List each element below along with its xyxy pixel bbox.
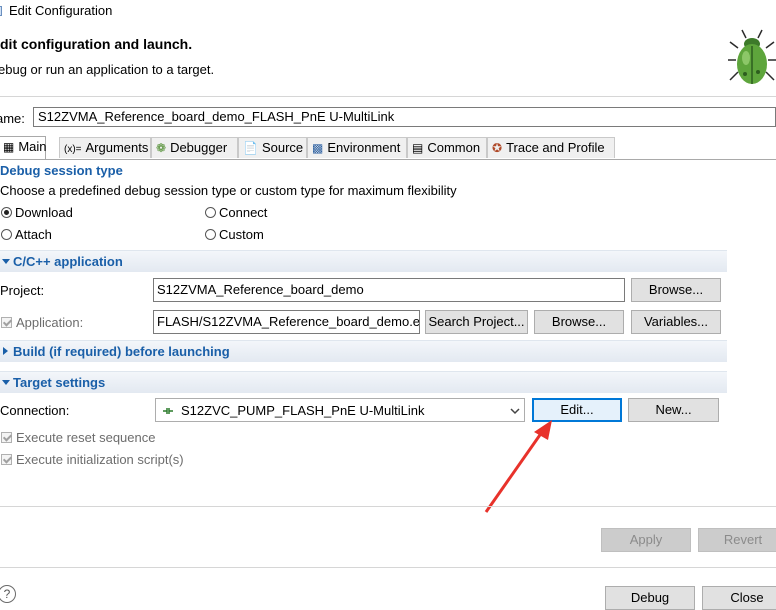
application-label-row: Application:	[1, 315, 83, 330]
debug-button[interactable]: Debug	[605, 586, 695, 610]
application-browse-button[interactable]: Browse...	[534, 310, 624, 334]
radio-download-button[interactable]	[1, 207, 12, 218]
execute-reset-label: Execute reset sequence	[16, 430, 156, 445]
header-subtitle: ebug or run an application to a target.	[0, 62, 215, 77]
project-browse-button[interactable]: Browse...	[631, 278, 721, 302]
tab-common-label: Common	[427, 140, 481, 155]
radio-attach-button[interactable]	[1, 229, 12, 240]
tab-arguments[interactable]: (x)= Arguments	[59, 137, 151, 158]
bug-logo-icon	[728, 29, 776, 84]
window-title: Edit Configuration	[9, 3, 113, 18]
search-project-button[interactable]: Search Project...	[425, 310, 528, 334]
main-tab-icon: ▦	[3, 140, 15, 154]
bug-icon: ❁	[156, 141, 167, 155]
application-label: Application:	[16, 315, 84, 330]
source-icon: 📄	[243, 141, 258, 155]
radio-custom-button[interactable]	[205, 229, 216, 240]
cpp-application-title: C/C++ application	[13, 254, 123, 269]
build-section-header[interactable]: Build (if required) before launching	[0, 340, 727, 362]
expand-right-icon	[3, 347, 8, 355]
radio-download[interactable]: Download	[1, 205, 73, 220]
radio-connect-label: Connect	[219, 205, 268, 220]
common-icon: ▤	[412, 141, 424, 155]
radio-connect-button[interactable]	[205, 207, 216, 218]
tab-trace-label: Trace and Profile	[506, 140, 605, 155]
target-settings-section-header[interactable]: Target settings	[0, 371, 727, 393]
header-title: dit configuration and launch.	[0, 36, 193, 52]
cpp-application-section-header[interactable]: C/C++ application	[0, 250, 727, 272]
radio-attach[interactable]: Attach	[1, 227, 52, 242]
environment-icon: ▩	[312, 141, 324, 155]
configuration-name-input[interactable]: S12ZVMA_Reference_board_demo_FLASH_PnE U…	[33, 107, 776, 127]
tab-arguments-label: Arguments	[85, 140, 149, 155]
build-title: Build (if required) before launching	[13, 344, 230, 359]
execute-init-row[interactable]: Execute initialization script(s)	[1, 452, 184, 467]
connection-select[interactable]: S12ZVC_PUMP_FLASH_PnE U-MultiLink	[155, 398, 525, 422]
collapse-down-icon	[2, 259, 10, 264]
radio-connect[interactable]: Connect	[205, 205, 267, 220]
config-tabs: ▦ Main (x)= Arguments ❁ Debugger 📄 Source ▩ E…	[0, 136, 776, 159]
revert-button[interactable]: Revert	[698, 528, 776, 552]
tab-main-label: Main	[18, 139, 47, 154]
execute-reset-row[interactable]: Execute reset sequence	[1, 430, 155, 445]
execute-init-checkbox[interactable]	[1, 454, 12, 465]
trace-icon: ✪	[492, 141, 503, 155]
execute-init-label: Execute initialization script(s)	[16, 452, 184, 467]
connection-icon	[163, 408, 173, 414]
debug-config-icon	[0, 6, 2, 16]
footer-separator	[0, 567, 776, 568]
tab-debugger-label: Debugger	[170, 140, 228, 155]
radio-custom[interactable]: Custom	[205, 227, 264, 242]
radio-attach-label: Attach	[15, 227, 52, 242]
header-separator	[0, 96, 776, 97]
connection-label: Connection:	[0, 403, 70, 418]
window-titlebar: Edit Configuration	[0, 0, 776, 24]
application-checkbox[interactable]	[1, 317, 12, 328]
application-input[interactable]: FLASH/S12ZVMA_Reference_board_demo.elf	[153, 310, 420, 334]
dialog-header	[0, 24, 776, 96]
project-input[interactable]: S12ZVMA_Reference_board_demo	[153, 278, 625, 302]
arguments-icon: (x)=	[64, 144, 82, 155]
connection-value: S12ZVC_PUMP_FLASH_PnE U-MultiLink	[181, 403, 425, 418]
tab-common[interactable]: ▤ Common	[407, 137, 487, 158]
variables-button[interactable]: Variables...	[631, 310, 721, 334]
debug-session-description: Choose a predefined debug session type o…	[0, 183, 457, 198]
tab-environment-label: Environment	[327, 140, 401, 155]
radio-download-label: Download	[15, 205, 73, 220]
tab-environment[interactable]: ▩ Environment	[307, 137, 407, 158]
radio-custom-label: Custom	[219, 227, 264, 242]
debug-session-title: Debug session type	[0, 163, 123, 178]
chevron-down-icon	[510, 408, 520, 415]
close-button[interactable]: Close	[702, 586, 776, 610]
annotation-arrow	[484, 420, 552, 513]
apply-button[interactable]: Apply	[601, 528, 691, 552]
tab-debugger[interactable]: ❁ Debugger	[151, 137, 238, 158]
tab-source[interactable]: 📄 Source	[238, 137, 307, 158]
tab-main[interactable]: ▦ Main	[0, 136, 47, 159]
tab-trace-and-profile[interactable]: ✪ Trace and Profile	[487, 137, 615, 158]
connection-new-button[interactable]: New...	[628, 398, 719, 422]
target-settings-title: Target settings	[13, 375, 106, 390]
execute-reset-checkbox[interactable]	[1, 432, 12, 443]
tab-source-label: Source	[261, 140, 304, 155]
project-label: Project:	[0, 283, 45, 298]
name-label: ame:	[0, 111, 25, 126]
panel-bottom-separator	[0, 506, 776, 507]
collapse-down-icon	[2, 380, 10, 385]
